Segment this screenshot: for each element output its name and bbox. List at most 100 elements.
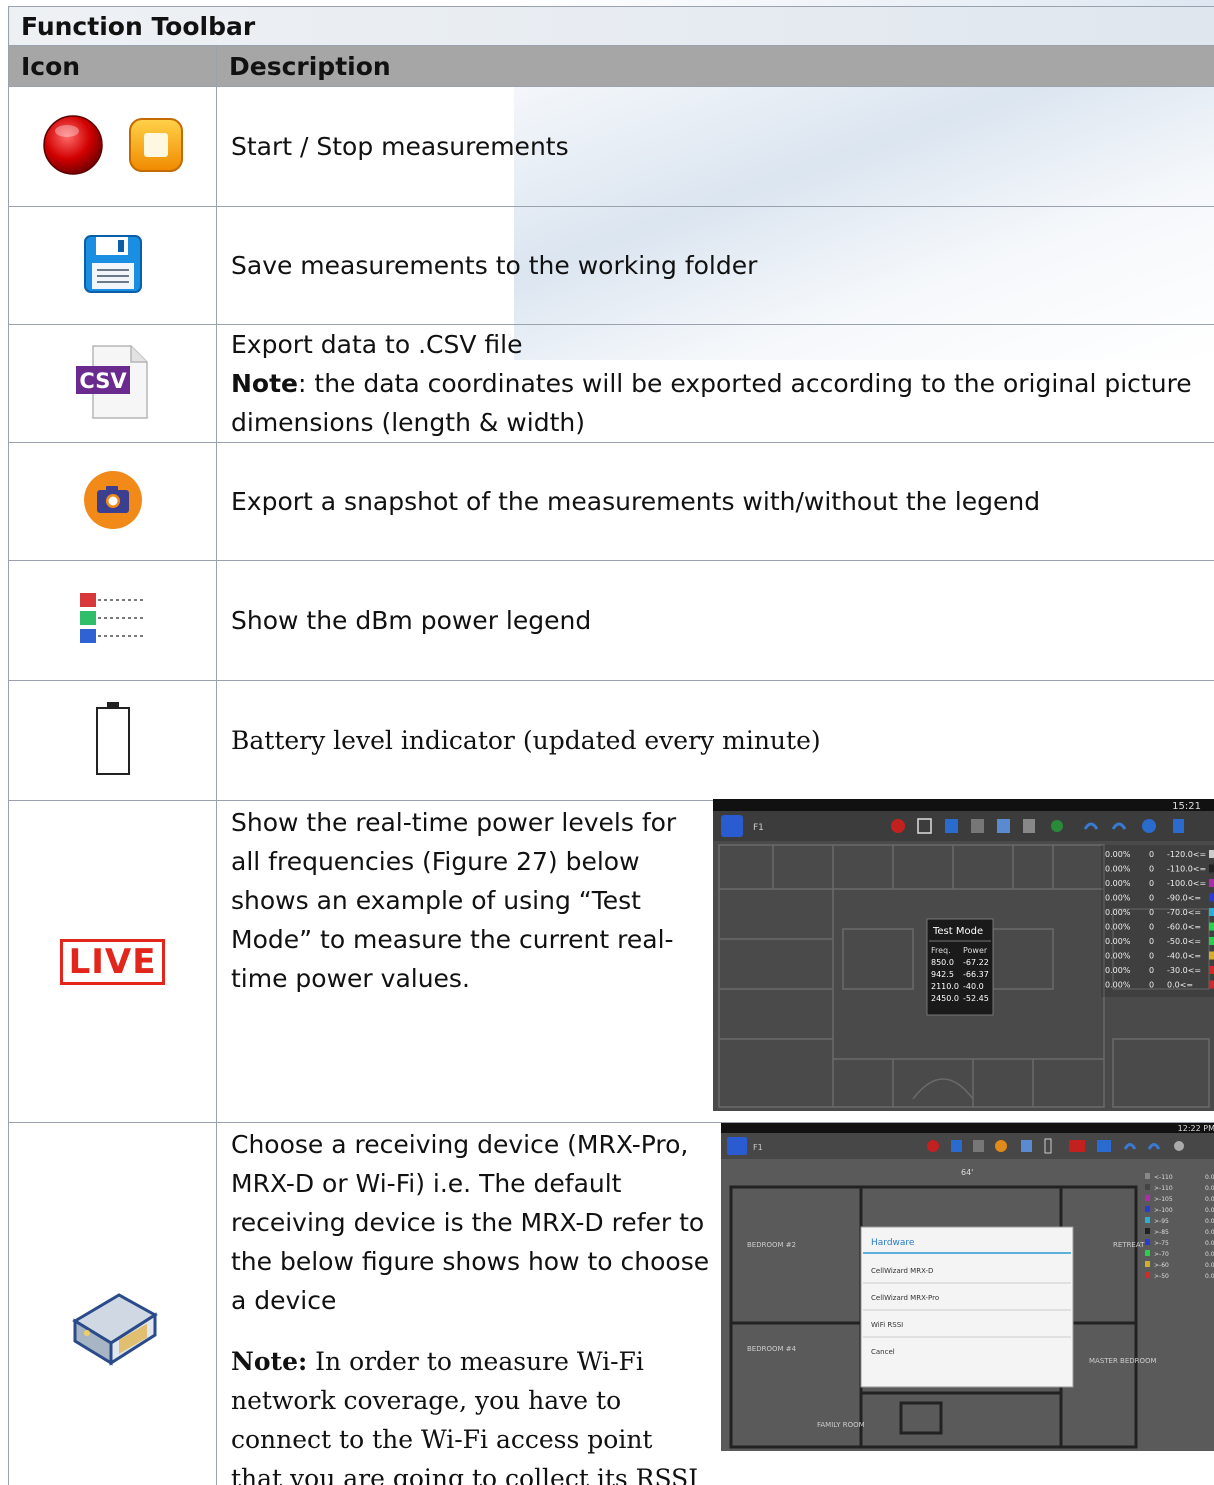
live-icon[interactable]: LIVE [59,938,166,985]
device-description: Choose a receiving device (MRX-Pro, MRX-… [231,1130,710,1315]
popup-freq: 2110.0 [931,982,959,991]
camera-icon[interactable] [1023,819,1035,833]
receiver-device-icon[interactable] [1097,1140,1111,1152]
legend-icon[interactable] [78,589,148,649]
legend-pct: 0.0% [1205,1185,1214,1192]
floor-label: F1 [753,1143,763,1152]
camera-icon[interactable] [82,469,144,531]
legend-value: >-70 [1154,1251,1169,1258]
legend-pct: 0.0% [1205,1207,1214,1214]
receiver-device-icon[interactable] [65,1285,161,1371]
legend-icon[interactable] [997,819,1010,833]
test-mode-popup: Test Mode Freq. Power 850.0 -67.22 942.5 -6… [926,918,994,1016]
record-icon[interactable] [41,113,105,177]
floppy-disk-icon[interactable] [945,819,958,833]
dialog-item[interactable]: Cancel [871,1348,895,1356]
legend-value: -50.0<= [1167,937,1201,946]
column-header-icon: Icon [8,45,217,87]
table-row-legend: Show the dBm power legend [8,560,1214,681]
legend-swatch [1209,864,1214,873]
legend-value: -120.0<= [1167,850,1206,859]
table-title: Function Toolbar [7,6,1214,46]
legend-pct: 0.0% [1205,1262,1214,1269]
description-cell: Show the real-time power levels for all … [215,799,1214,1123]
floppy-disk-icon[interactable] [82,233,144,295]
legend-swatch [1209,951,1214,960]
legend-count: 0 [1149,966,1154,975]
status-dot-icon[interactable] [1051,820,1063,832]
legend-value: -100.0<= [1167,879,1206,888]
map-menu-icon[interactable] [721,815,743,837]
csv-icon-label: CSV [79,369,127,393]
record-icon[interactable] [927,1140,939,1152]
legend-count: 0 [1149,937,1154,946]
legend-pct: 0.00% [1105,981,1131,990]
icon-cell [8,442,217,561]
info-icon[interactable] [1142,819,1156,833]
legend-count: 0 [1149,894,1154,903]
legend-swatch [1145,1206,1150,1212]
popup-freq: 942.5 [931,970,954,979]
legend-pct: 0.0% [1205,1251,1214,1258]
legend-pct: 0.00% [1105,966,1131,975]
legend-pct: 0.0% [1205,1174,1214,1181]
table-row-save: Save measurements to the working folder [8,206,1214,325]
stop-icon[interactable] [127,116,185,174]
legend-pct: 0.00% [1105,937,1131,946]
legend-pct: 0.0% [1205,1229,1214,1236]
hardware-dialog-screenshot-svg: 12:22 PM F1 64' BEDROOM #2 BEDROOM #4 FA… [721,1123,1214,1451]
legend-swatch [1209,937,1214,945]
csv-file-icon[interactable] [971,819,984,833]
legend-count: 0 [1149,850,1154,859]
csv-file-icon[interactable]: CSV [73,344,153,420]
legend-swatch [1145,1272,1150,1278]
map-menu-icon[interactable] [727,1137,747,1155]
table-row-battery: Battery level indicator (updated every m… [8,680,1214,801]
dialog-item-label: Cancel [871,1348,895,1356]
description-cell: Export data to .CSV file Note: the data … [215,324,1214,443]
legend-swatch [1145,1239,1150,1245]
legend-swatch [1145,1195,1150,1201]
legend-icon[interactable] [1021,1140,1032,1152]
icon-cell [8,1122,217,1485]
column-header-description: Description [215,45,1214,87]
status-time: 12:22 PM [1178,1124,1214,1133]
table-title-row: Function Toolbar [7,6,1214,46]
device-note: Note: In order to measure Wi-Fi network … [231,1342,711,1485]
legend-swatch [1209,922,1214,931]
function-toolbar-table: Function Toolbar Icon Description Start … [7,6,1214,1485]
csv-file-icon[interactable] [973,1140,984,1152]
camera-icon[interactable] [995,1140,1007,1152]
document-icon[interactable] [1173,819,1184,833]
legend-swatch [1209,980,1214,989]
table-row-device: Choose a receiving device (MRX-Pro, MRX-… [8,1122,1214,1485]
legend-swatch [1209,966,1214,974]
legend-count: 0 [1149,923,1154,932]
legend-pct: 0.0% [1205,1218,1214,1225]
legend-value: >-50 [1154,1273,1169,1280]
floppy-disk-icon[interactable] [951,1140,962,1152]
test-mode-screenshot-svg: 15:21 F1 0.00% 0 -120.0<=0.00% 0 -110.0<… [713,799,1214,1111]
legend-pct: 0.0% [1205,1196,1214,1203]
search-icon[interactable] [1174,1141,1184,1151]
dialog-title: Hardware [871,1238,915,1248]
export-note: Note: the data coordinates will be expor… [231,364,1214,442]
legend-value: >-110 [1154,1185,1173,1192]
icon-cell [8,86,217,207]
legend-pct: 0.00% [1105,850,1131,859]
room-label: RETREAT [1113,1241,1145,1249]
description-cell: Show the dBm power legend [215,560,1214,681]
legend-value: 0.0<= [1167,981,1193,990]
legend-value: >-100 [1154,1207,1173,1214]
dialog-item-label: CellWizard MRX-D [871,1267,933,1275]
record-icon[interactable] [891,819,905,833]
description-cell: Export a snapshot of the measurements wi… [215,442,1214,561]
legend-swatch [1145,1184,1150,1190]
legend-value: >-75 [1154,1240,1169,1247]
live-icon[interactable] [1069,1140,1085,1152]
legend-swatch [1145,1250,1150,1256]
legend-count: 0 [1149,865,1154,874]
legend-value: >-60 [1154,1262,1169,1269]
legend-value: >-85 [1154,1229,1169,1236]
room-label: BEDROOM #4 [747,1345,797,1353]
